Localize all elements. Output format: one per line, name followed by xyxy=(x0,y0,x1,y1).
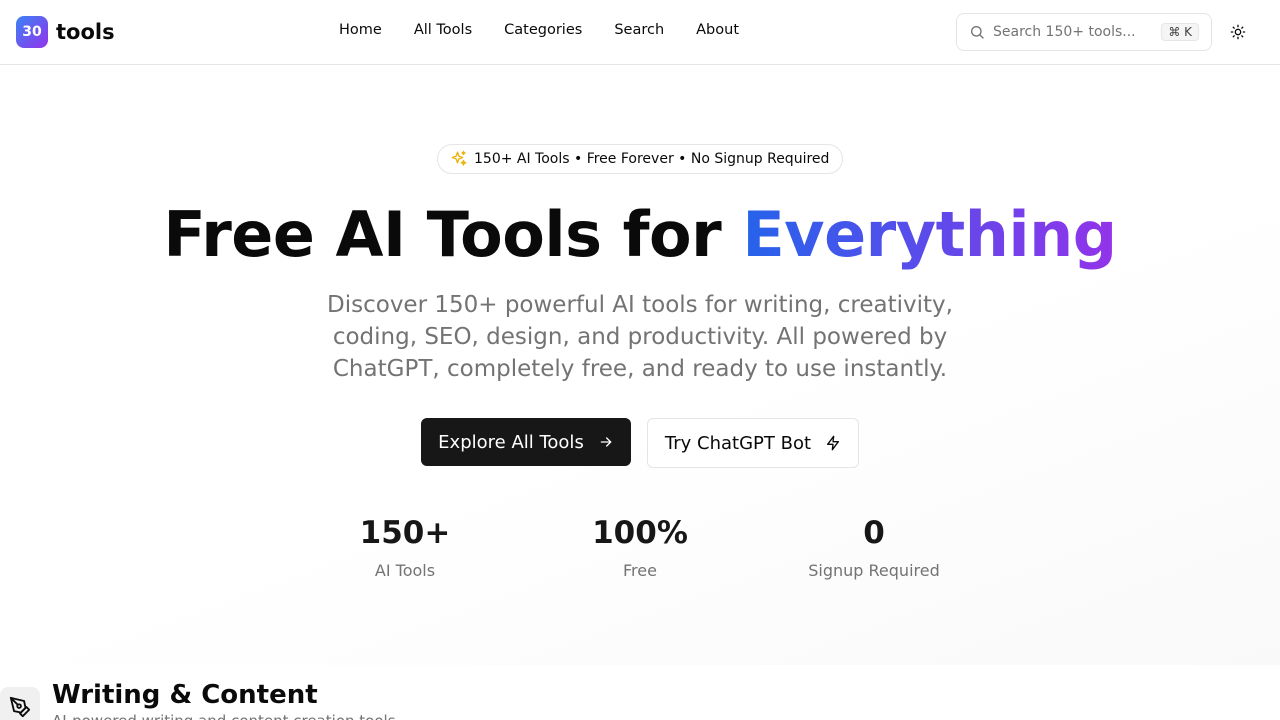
stat-label: AI Tools xyxy=(374,561,436,580)
hero-badge-text: 150+ AI Tools • Free Forever • No Signup… xyxy=(474,151,830,167)
stat-label: Free xyxy=(623,561,657,580)
nav-all-tools[interactable]: All Tools xyxy=(398,20,488,40)
arrow-right-icon xyxy=(598,434,614,450)
search-placeholder: Search 150+ tools... xyxy=(993,24,1136,40)
zap-icon xyxy=(825,435,841,451)
site-header: 30 tools Home All Tools Categories Searc… xyxy=(0,0,1280,65)
hero-title: Free AI Tools for Everything xyxy=(0,198,1280,271)
nav-search[interactable]: Search xyxy=(598,20,680,40)
nav-home[interactable]: Home xyxy=(323,20,398,40)
pen-tool-icon xyxy=(0,687,40,720)
stat-value: 0 xyxy=(863,515,885,551)
logo-badge: 30 xyxy=(16,16,48,48)
search-icon xyxy=(969,24,985,40)
search-input[interactable]: Search 150+ tools... ⌘ K xyxy=(956,13,1212,51)
search-shortcut: ⌘ K xyxy=(1161,23,1199,41)
section-subtitle: AI-powered writing and content creation … xyxy=(52,712,396,720)
explore-all-tools-label: Explore All Tools xyxy=(438,431,584,453)
stat-ai-tools: 150+ AI Tools xyxy=(295,514,515,580)
hero-title-main: Free AI Tools for xyxy=(163,198,743,271)
sparkles-icon xyxy=(450,150,468,168)
stat-signup: 0 Signup Required xyxy=(764,514,984,580)
hero-subtitle: Discover 150+ powerful AI tools for writ… xyxy=(327,292,953,382)
hero-title-highlight: Everything xyxy=(742,198,1117,271)
theme-toggle-button[interactable] xyxy=(1226,20,1250,44)
stat-value: 150+ xyxy=(359,515,451,551)
try-chatgpt-bot-label: Try ChatGPT Bot xyxy=(664,432,812,454)
logo-text: tools xyxy=(56,20,115,44)
stat-free: 100% Free xyxy=(530,514,750,580)
explore-all-tools-button[interactable]: Explore All Tools xyxy=(421,418,631,466)
section-title: Writing & Content xyxy=(52,680,318,710)
try-chatgpt-bot-button[interactable]: Try ChatGPT Bot xyxy=(647,418,859,468)
main-nav: Home All Tools Categories Search About xyxy=(323,20,755,40)
stat-value: 100% xyxy=(592,515,688,551)
nav-about[interactable]: About xyxy=(680,20,755,40)
nav-categories[interactable]: Categories xyxy=(488,20,598,40)
logo[interactable]: 30 tools xyxy=(16,16,115,48)
hero-badge: 150+ AI Tools • Free Forever • No Signup… xyxy=(437,144,843,174)
stat-label: Signup Required xyxy=(808,561,940,580)
sun-icon xyxy=(1230,24,1246,40)
